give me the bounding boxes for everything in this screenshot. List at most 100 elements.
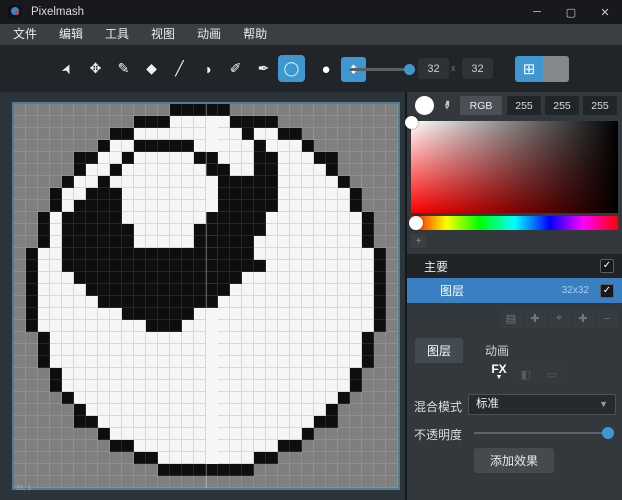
maximize-button[interactable]: ▢ [554,0,588,24]
pixel-cell[interactable] [266,440,278,452]
pixel-cell[interactable] [338,404,350,416]
pixel-cell[interactable] [110,284,122,296]
pixel-cell[interactable] [218,236,230,248]
pixel-cell[interactable] [218,164,230,176]
pixel-cell[interactable] [314,116,326,128]
pixel-cell[interactable] [362,236,374,248]
pixel-cell[interactable] [386,452,398,464]
pixel-cell[interactable] [50,380,62,392]
pixel-cell[interactable] [326,248,338,260]
pixel-cell[interactable] [134,236,146,248]
pixel-cell[interactable] [374,152,386,164]
pixel-cell[interactable] [338,308,350,320]
pixel-cell[interactable] [158,248,170,260]
pixel-cell[interactable] [266,320,278,332]
pixel-cell[interactable] [26,452,38,464]
pixel-cell[interactable] [170,140,182,152]
pixel-cell[interactable] [290,416,302,428]
pixel-cell[interactable] [194,440,206,452]
pixel-cell[interactable] [50,104,62,116]
pixel-cell[interactable] [338,176,350,188]
pixel-cell[interactable] [362,140,374,152]
pixel-cell[interactable] [362,152,374,164]
pixel-cell[interactable] [278,236,290,248]
pixel-cell[interactable] [26,200,38,212]
pixel-cell[interactable] [230,164,242,176]
pixel-cell[interactable] [146,332,158,344]
pixel-cell[interactable] [278,440,290,452]
pixel-cell[interactable] [338,140,350,152]
pixel-cell[interactable] [146,188,158,200]
pixel-cell[interactable] [50,152,62,164]
pixel-cell[interactable] [374,224,386,236]
red-value-field[interactable]: 255 [507,96,541,115]
pixel-cell[interactable] [242,392,254,404]
pixel-cell[interactable] [170,308,182,320]
pixel-cell[interactable] [50,200,62,212]
pixel-cell[interactable] [170,332,182,344]
pixel-cell[interactable] [230,428,242,440]
pixel-cell[interactable] [254,164,266,176]
pixel-cell[interactable] [26,116,38,128]
pixel-cell[interactable] [374,212,386,224]
pixel-cell[interactable] [374,200,386,212]
pixel-cell[interactable] [326,368,338,380]
pixel-cell[interactable] [362,224,374,236]
pixel-cell[interactable] [146,464,158,476]
pixel-cell[interactable] [302,392,314,404]
pixel-cell[interactable] [134,212,146,224]
pixel-cell[interactable] [278,224,290,236]
pixel-cell[interactable] [170,464,182,476]
pixel-cell[interactable] [278,128,290,140]
pixel-cell[interactable] [146,272,158,284]
pixel-cell[interactable] [314,188,326,200]
pixel-cell[interactable] [158,416,170,428]
pixel-cell[interactable] [206,104,218,116]
pixel-cell[interactable] [230,320,242,332]
pixel-cell[interactable] [230,356,242,368]
pixel-cell[interactable] [38,296,50,308]
pixel-cell[interactable] [218,272,230,284]
pixel-cell[interactable] [362,296,374,308]
pixel-cell[interactable] [338,452,350,464]
pixel-cell[interactable] [170,344,182,356]
pixel-cell[interactable] [350,392,362,404]
pixel-cell[interactable] [62,140,74,152]
pixel-cell[interactable] [134,344,146,356]
pixel-cell[interactable] [110,260,122,272]
pixel-cell[interactable] [254,272,266,284]
close-button[interactable]: ✕ [588,0,622,24]
pixel-cell[interactable] [98,356,110,368]
pixel-cell[interactable] [146,212,158,224]
pixel-cell[interactable] [266,116,278,128]
pixel-cell[interactable] [218,248,230,260]
pixel-cell[interactable] [338,104,350,116]
duplicate-layer-button[interactable]: ▤ [500,309,522,328]
pixel-cell[interactable] [158,260,170,272]
pixel-cell[interactable] [86,320,98,332]
pixel-cell[interactable] [254,404,266,416]
pixel-cell[interactable] [86,140,98,152]
ellipse-tool[interactable]: ◯ [278,55,305,82]
pixel-cell[interactable] [194,284,206,296]
pixel-cell[interactable] [386,248,398,260]
pixel-cell[interactable] [62,428,74,440]
pixel-cell[interactable] [122,368,134,380]
pixel-cell[interactable] [314,356,326,368]
pixel-cell[interactable] [314,296,326,308]
select-tool[interactable]: ➤ [54,55,81,82]
pixel-cell[interactable] [386,440,398,452]
pixel-cell[interactable] [122,140,134,152]
pixel-cell[interactable] [230,440,242,452]
pixel-cell[interactable] [338,368,350,380]
pixel-cell[interactable] [374,392,386,404]
pixel-cell[interactable] [158,200,170,212]
pixel-cell[interactable] [170,440,182,452]
pixel-cell[interactable] [386,140,398,152]
pixel-cell[interactable] [26,236,38,248]
pixel-cell[interactable] [254,344,266,356]
pixel-cell[interactable] [338,428,350,440]
pixel-cell[interactable] [326,416,338,428]
pixel-cell[interactable] [302,416,314,428]
pixel-cell[interactable] [326,188,338,200]
